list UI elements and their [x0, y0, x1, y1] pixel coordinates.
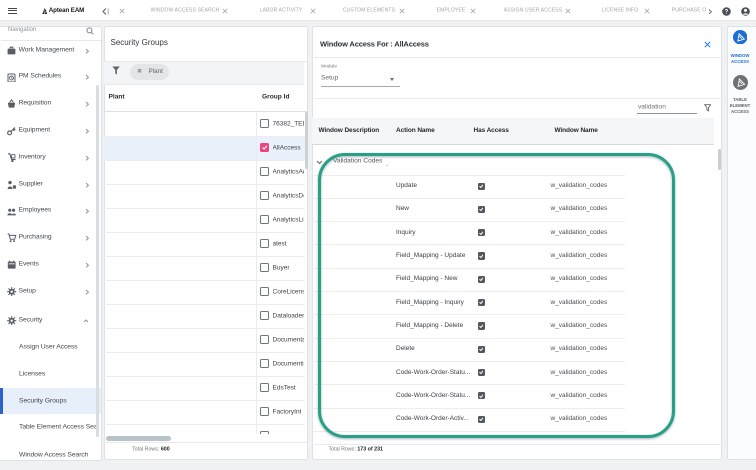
svg-text:?: ?	[724, 9, 728, 15]
